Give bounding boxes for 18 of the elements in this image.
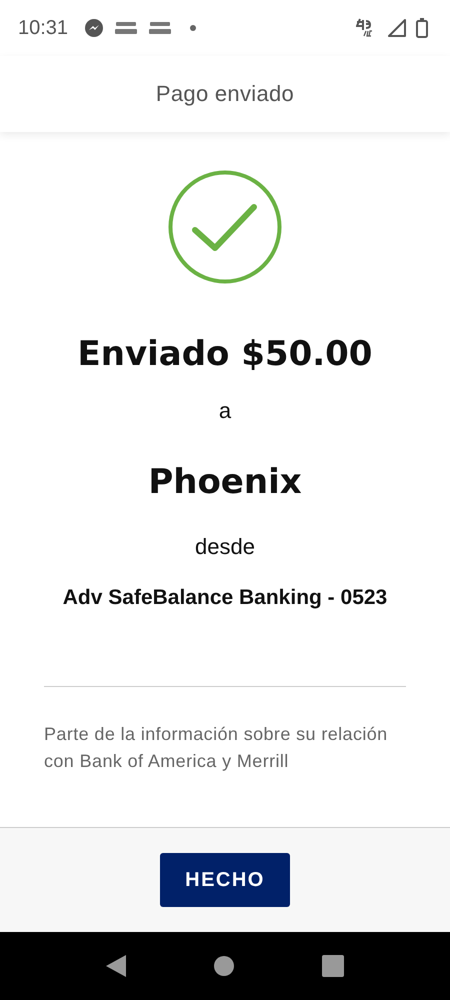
signal-icon [388,19,406,37]
home-icon[interactable] [214,956,234,976]
recipient-name: Phoenix [148,462,302,502]
status-time: 10:31 [18,16,68,40]
amount-sent-heading: Enviado $50.00 [78,334,372,374]
done-button[interactable]: HECHO [160,853,290,907]
connector-text: a [218,398,232,424]
disclosure-text: Parte de la información sobre su relación con Bank of America y Merrill [44,723,389,773]
back-icon[interactable] [106,955,126,977]
app-notification-icon [148,21,172,35]
app-notification-icon [114,21,138,35]
dot-icon [190,25,196,31]
page-title: Pago enviado [156,81,294,107]
connector-text: desde [195,534,255,560]
battery-icon [416,18,428,38]
success-check-icon [168,170,282,284]
messenger-icon [84,18,104,38]
account-name: Adv SafeBalance Banking - 0523 [62,586,388,610]
